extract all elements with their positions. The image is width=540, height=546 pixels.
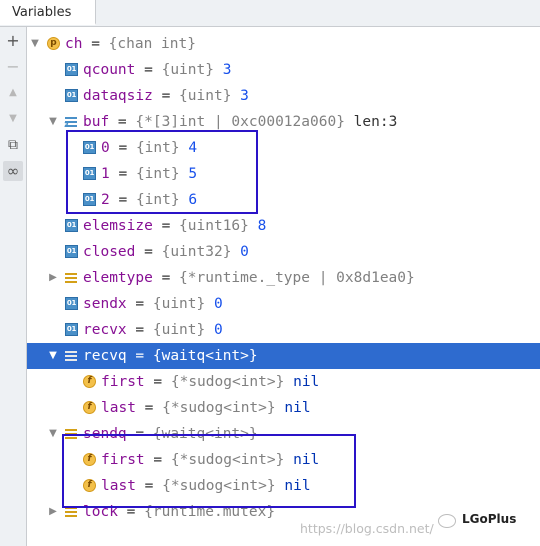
tree-row-ch[interactable]: ▼ p ch = {chan int} — [27, 31, 540, 57]
watermark-brand: LGoPlus — [462, 512, 517, 526]
pointer-icon: p — [47, 37, 60, 50]
move-down-icon[interactable]: ▼ — [3, 109, 23, 129]
tree-row-sendq[interactable]: ▼ sendq = {waitq<int>} — [27, 421, 540, 447]
tree-row-closed[interactable]: 01 closed = {uint32} 0 — [27, 239, 540, 265]
struct-icon — [65, 349, 77, 362]
tree-row-elemsize[interactable]: 01 elemsize = {uint16} 8 — [27, 213, 540, 239]
watches-glasses-icon[interactable]: ∞ — [3, 161, 23, 181]
primitive-field-icon: 01 — [65, 89, 78, 102]
array-icon: 3 — [64, 115, 77, 129]
copy-icon[interactable]: ⧉ — [3, 135, 23, 155]
struct-icon — [65, 271, 77, 284]
tree-row-recvx[interactable]: 01 recvx = {uint} 0 — [27, 317, 540, 343]
tree-row-elemtype[interactable]: ▶ elemtype = {*runtime._type | 0x8d1ea0} — [27, 265, 540, 291]
primitive-field-icon: 01 — [65, 63, 78, 76]
variables-tab[interactable]: Variables — [0, 0, 96, 25]
field-icon: f — [83, 453, 96, 466]
struct-icon — [65, 505, 77, 518]
wechat-logo-icon — [438, 514, 456, 528]
tree-row-recvq-first[interactable]: f first = {*sudog<int>} nil — [27, 369, 540, 395]
watermark-url: https://blog.csdn.net/ — [300, 521, 434, 536]
primitive-field-icon: 01 — [65, 323, 78, 336]
move-up-icon[interactable]: ▲ — [3, 83, 23, 103]
primitive-field-icon: 01 — [65, 219, 78, 232]
field-icon: f — [83, 401, 96, 414]
tree-row-sendx[interactable]: 01 sendx = {uint} 0 — [27, 291, 540, 317]
side-toolbar: + − ▲ ▼ ⧉ ∞ — [0, 27, 27, 546]
var-name: ch — [65, 36, 83, 52]
expand-arrow-icon[interactable]: ▶ — [47, 265, 59, 291]
field-icon: f — [83, 479, 96, 492]
expand-arrow-icon[interactable]: ▶ — [47, 499, 59, 525]
collapse-arrow-icon[interactable]: ▼ — [47, 109, 59, 135]
tree-row-buf-2[interactable]: 01 2 = {int} 6 — [27, 187, 540, 213]
tree-row-buf[interactable]: ▼ 3 buf = {*[3]int | 0xc00012a060} len:3 — [27, 109, 540, 135]
add-watch-icon[interactable]: + — [3, 31, 23, 51]
tree-row-recvq-last[interactable]: f last = {*sudog<int>} nil — [27, 395, 540, 421]
struct-icon — [65, 427, 77, 440]
tree-row-buf-0[interactable]: 01 0 = {int} 4 — [27, 135, 540, 161]
var-type: {chan int} — [108, 36, 196, 52]
collapse-arrow-icon[interactable]: ▼ — [29, 31, 41, 57]
tree-row-buf-1[interactable]: 01 1 = {int} 5 — [27, 161, 540, 187]
primitive-field-icon: 01 — [83, 167, 96, 180]
variables-tree: ▼ p ch = {chan int} 01 qcount = {uint} 3… — [27, 27, 540, 546]
collapse-arrow-icon[interactable]: ▼ — [47, 343, 59, 369]
collapse-arrow-icon[interactable]: ▼ — [47, 421, 59, 447]
tree-row-sendq-first[interactable]: f first = {*sudog<int>} nil — [27, 447, 540, 473]
primitive-field-icon: 01 — [65, 245, 78, 258]
panel-header: Variables — [0, 0, 540, 27]
tree-row-qcount[interactable]: 01 qcount = {uint} 3 — [27, 57, 540, 83]
tree-row-recvq[interactable]: ▼ recvq = {waitq<int>} — [27, 343, 540, 369]
remove-watch-icon[interactable]: − — [3, 57, 23, 77]
primitive-field-icon: 01 — [65, 297, 78, 310]
primitive-field-icon: 01 — [83, 141, 96, 154]
tree-row-sendq-last[interactable]: f last = {*sudog<int>} nil — [27, 473, 540, 499]
tree-row-dataqsiz[interactable]: 01 dataqsiz = {uint} 3 — [27, 83, 540, 109]
primitive-field-icon: 01 — [83, 193, 96, 206]
field-icon: f — [83, 375, 96, 388]
